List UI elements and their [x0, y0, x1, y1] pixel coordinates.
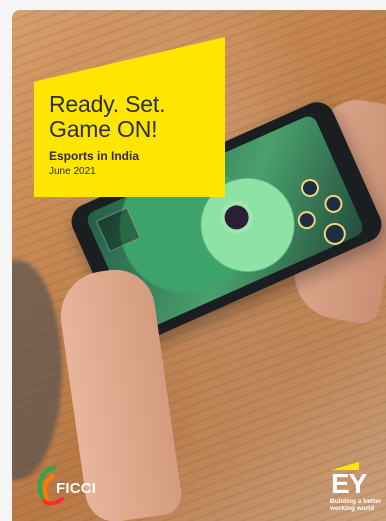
ey-tagline-line-1: Building a better — [330, 498, 382, 505]
ey-tagline: Building a better working world — [330, 498, 382, 512]
game-hero — [220, 201, 253, 234]
report-cover: Ready. Set. Game ON! Esports in India Ju… — [12, 10, 386, 521]
skill-button-icon — [321, 191, 346, 216]
ey-tagline-line-2: working world — [330, 505, 375, 512]
cover-title: Ready. Set. Game ON! — [49, 92, 219, 142]
cover-date: June 2021 — [49, 166, 96, 177]
cover-title-line-1: Ready. Set. — [49, 91, 166, 117]
skill-button-icon — [320, 219, 350, 249]
ey-logo: EY Building a better working world — [320, 460, 381, 515]
skill-button-icon — [294, 208, 319, 232]
skill-button-icon — [298, 176, 322, 200]
minimap — [95, 207, 141, 253]
ey-wordmark: EY — [331, 468, 367, 499]
cover-subtitle: Esports in India — [49, 149, 140, 163]
cover-title-line-2: Game ON! — [49, 116, 158, 142]
ficci-wordmark: FICCI — [56, 480, 97, 497]
ficci-logo: FICCI — [34, 465, 114, 506]
title-block: Ready. Set. Game ON! Esports in India Ju… — [49, 92, 219, 178]
